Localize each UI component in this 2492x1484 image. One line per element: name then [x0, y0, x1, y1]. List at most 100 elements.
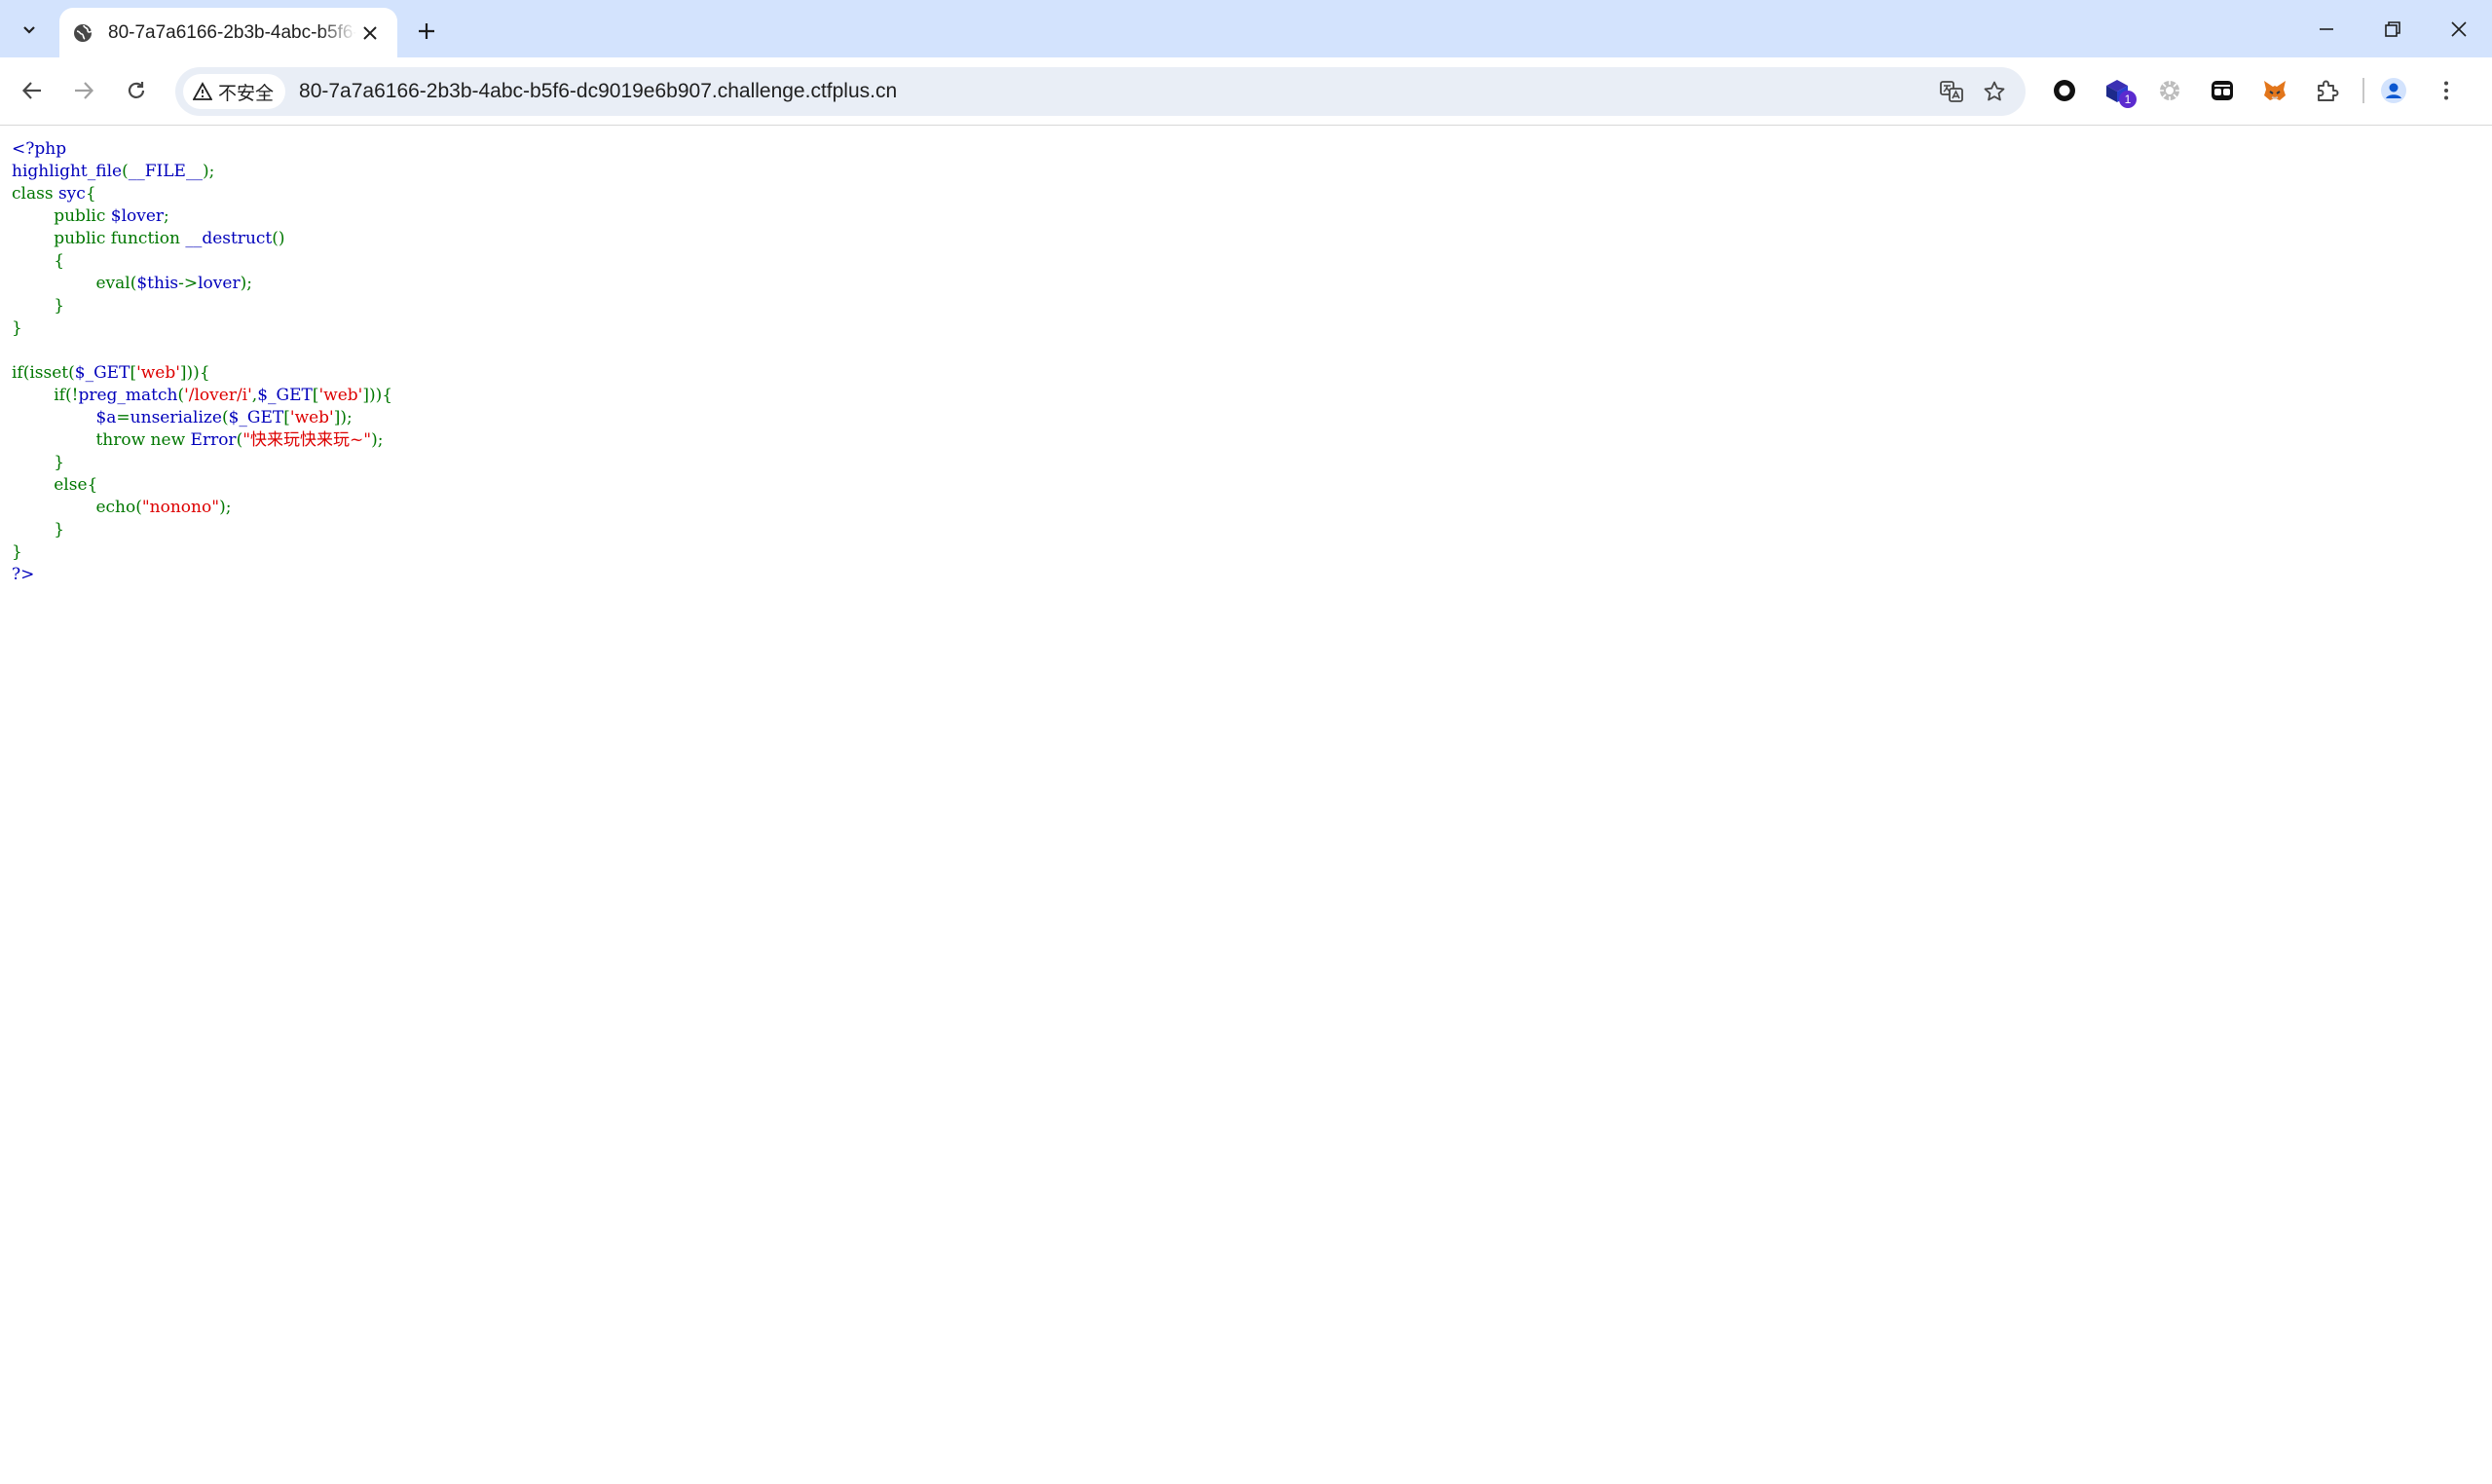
- code-token: lover: [198, 274, 241, 293]
- minimize-button[interactable]: [2293, 0, 2360, 57]
- code-token: eval(: [12, 274, 137, 293]
- code-line: if(isset($_GET['web'])){: [12, 362, 2480, 385]
- toolbar-separator: [2362, 78, 2364, 103]
- code-line: class syc{: [12, 183, 2480, 205]
- puzzle-icon: [2318, 80, 2339, 101]
- url-text[interactable]: 80-7a7a6166-2b3b-4abc-b5f6-dc9019e6b907.…: [299, 80, 1930, 103]
- extension-circle[interactable]: [2045, 71, 2084, 110]
- code-token: }: [12, 318, 22, 338]
- profile-button[interactable]: [2374, 71, 2413, 110]
- code-line: $a=unserialize($_GET['web']);: [12, 407, 2480, 429]
- window-close-icon: [2451, 20, 2467, 37]
- chrome-menu-button[interactable]: [2427, 71, 2466, 110]
- code-token: (): [272, 229, 285, 248]
- code-token: ;: [164, 206, 169, 226]
- bookmark-button[interactable]: [1973, 70, 2016, 113]
- code-line: throw new Error("快来玩快来玩~");: [12, 429, 2480, 452]
- code-token: $a: [95, 408, 117, 427]
- plus-icon: [419, 23, 434, 39]
- code-token: public: [12, 206, 111, 226]
- reload-icon: [128, 82, 145, 98]
- code-token: echo(: [12, 498, 142, 517]
- code-line: else{: [12, 474, 2480, 497]
- forward-icon: [75, 82, 94, 99]
- code-token: );: [202, 162, 215, 181]
- restore-button[interactable]: [2360, 0, 2426, 57]
- tab-search-icon: [23, 26, 35, 34]
- code-token: ])){: [362, 386, 393, 405]
- code-line: {: [12, 250, 2480, 273]
- code-token: }: [12, 520, 65, 539]
- code-token: }: [12, 296, 65, 315]
- extension-gear[interactable]: [2150, 71, 2189, 110]
- code-token: Error: [190, 430, 237, 450]
- code-token: 'web': [318, 386, 363, 405]
- code-line: eval($this->lover);: [12, 273, 2480, 295]
- extension-glasses-icon: [2212, 81, 2233, 100]
- code-line: }: [12, 295, 2480, 317]
- code-token: throw new: [12, 430, 191, 450]
- extension-glasses[interactable]: [2203, 71, 2242, 110]
- code-token: {: [85, 184, 96, 204]
- code-line: ?>: [12, 564, 2480, 586]
- tab-close-button[interactable]: [356, 19, 384, 47]
- code-token: if(!: [12, 386, 79, 405]
- profile-icon: [2381, 78, 2406, 103]
- code-line: echo("nonono");: [12, 497, 2480, 519]
- code-token: }: [12, 453, 65, 472]
- code-token: <?php: [12, 139, 67, 159]
- security-chip[interactable]: 不安全: [183, 74, 286, 109]
- active-tab[interactable]: 80-7a7a6166-2b3b-4abc-b5f6-dc9019e6b907.…: [59, 8, 397, 57]
- restore-icon: [2385, 20, 2400, 37]
- code-token: ]);: [333, 408, 353, 427]
- code-line: highlight_file(__FILE__);: [12, 161, 2480, 183]
- extension-circle-icon: [2054, 80, 2075, 101]
- code-token: unserialize: [130, 408, 222, 427]
- minimize-icon: [2320, 27, 2333, 30]
- code-token: 'web': [136, 363, 180, 383]
- extensions-menu-button[interactable]: [2308, 71, 2347, 110]
- code-token: 'web': [289, 408, 334, 427]
- code-token: preg_match: [78, 386, 178, 405]
- code-token: ])){: [179, 363, 210, 383]
- reload-button[interactable]: [117, 71, 156, 110]
- address-bar[interactable]: 不安全 80-7a7a6166-2b3b-4abc-b5f6-dc9019e6b…: [175, 67, 2026, 116]
- tab-strip: 80-7a7a6166-2b3b-4abc-b5f6-dc9019e6b907.…: [0, 0, 2492, 57]
- window-close-button[interactable]: [2426, 0, 2492, 57]
- new-tab-button[interactable]: [409, 14, 444, 49]
- extension-badge: 1: [2119, 91, 2137, 108]
- back-icon: [21, 82, 41, 99]
- code-line: <?php: [12, 138, 2480, 161]
- star-icon: [1984, 81, 2005, 101]
- tab-search-button[interactable]: [10, 12, 49, 47]
- extension-cube[interactable]: 1: [2098, 71, 2137, 110]
- warning-icon: [193, 82, 212, 100]
- code-token: __FILE__: [128, 162, 203, 181]
- close-icon: [363, 25, 377, 40]
- code-line: }: [12, 452, 2480, 474]
- code-token: $lover: [110, 206, 165, 226]
- forward-button[interactable]: [64, 71, 103, 110]
- code-token: (: [122, 162, 129, 181]
- code-token: (: [221, 408, 229, 427]
- code-token: class: [12, 184, 58, 204]
- code-token: ->: [178, 274, 199, 293]
- code-token: }: [12, 542, 22, 562]
- code-token: {: [12, 251, 65, 271]
- back-button[interactable]: [13, 71, 52, 110]
- window-controls: [2293, 0, 2492, 57]
- toolbar: 不安全 80-7a7a6166-2b3b-4abc-b5f6-dc9019e6b…: [0, 57, 2492, 126]
- translate-button[interactable]: [1930, 70, 1973, 113]
- extension-metamask[interactable]: [2255, 71, 2294, 110]
- code-token: $this: [136, 274, 179, 293]
- translate-icon: [1940, 81, 1963, 102]
- extensions-area: 1: [2045, 71, 2479, 110]
- code-token: $_GET: [257, 386, 313, 405]
- extension-gear-icon: [2160, 81, 2179, 100]
- code-line: }: [12, 317, 2480, 340]
- tab-title: 80-7a7a6166-2b3b-4abc-b5f6-dc9019e6b907.…: [108, 21, 356, 43]
- code-token: '/lover/i': [184, 386, 252, 405]
- code-token: highlight_file: [12, 162, 123, 181]
- kebab-menu-icon: [2444, 81, 2448, 100]
